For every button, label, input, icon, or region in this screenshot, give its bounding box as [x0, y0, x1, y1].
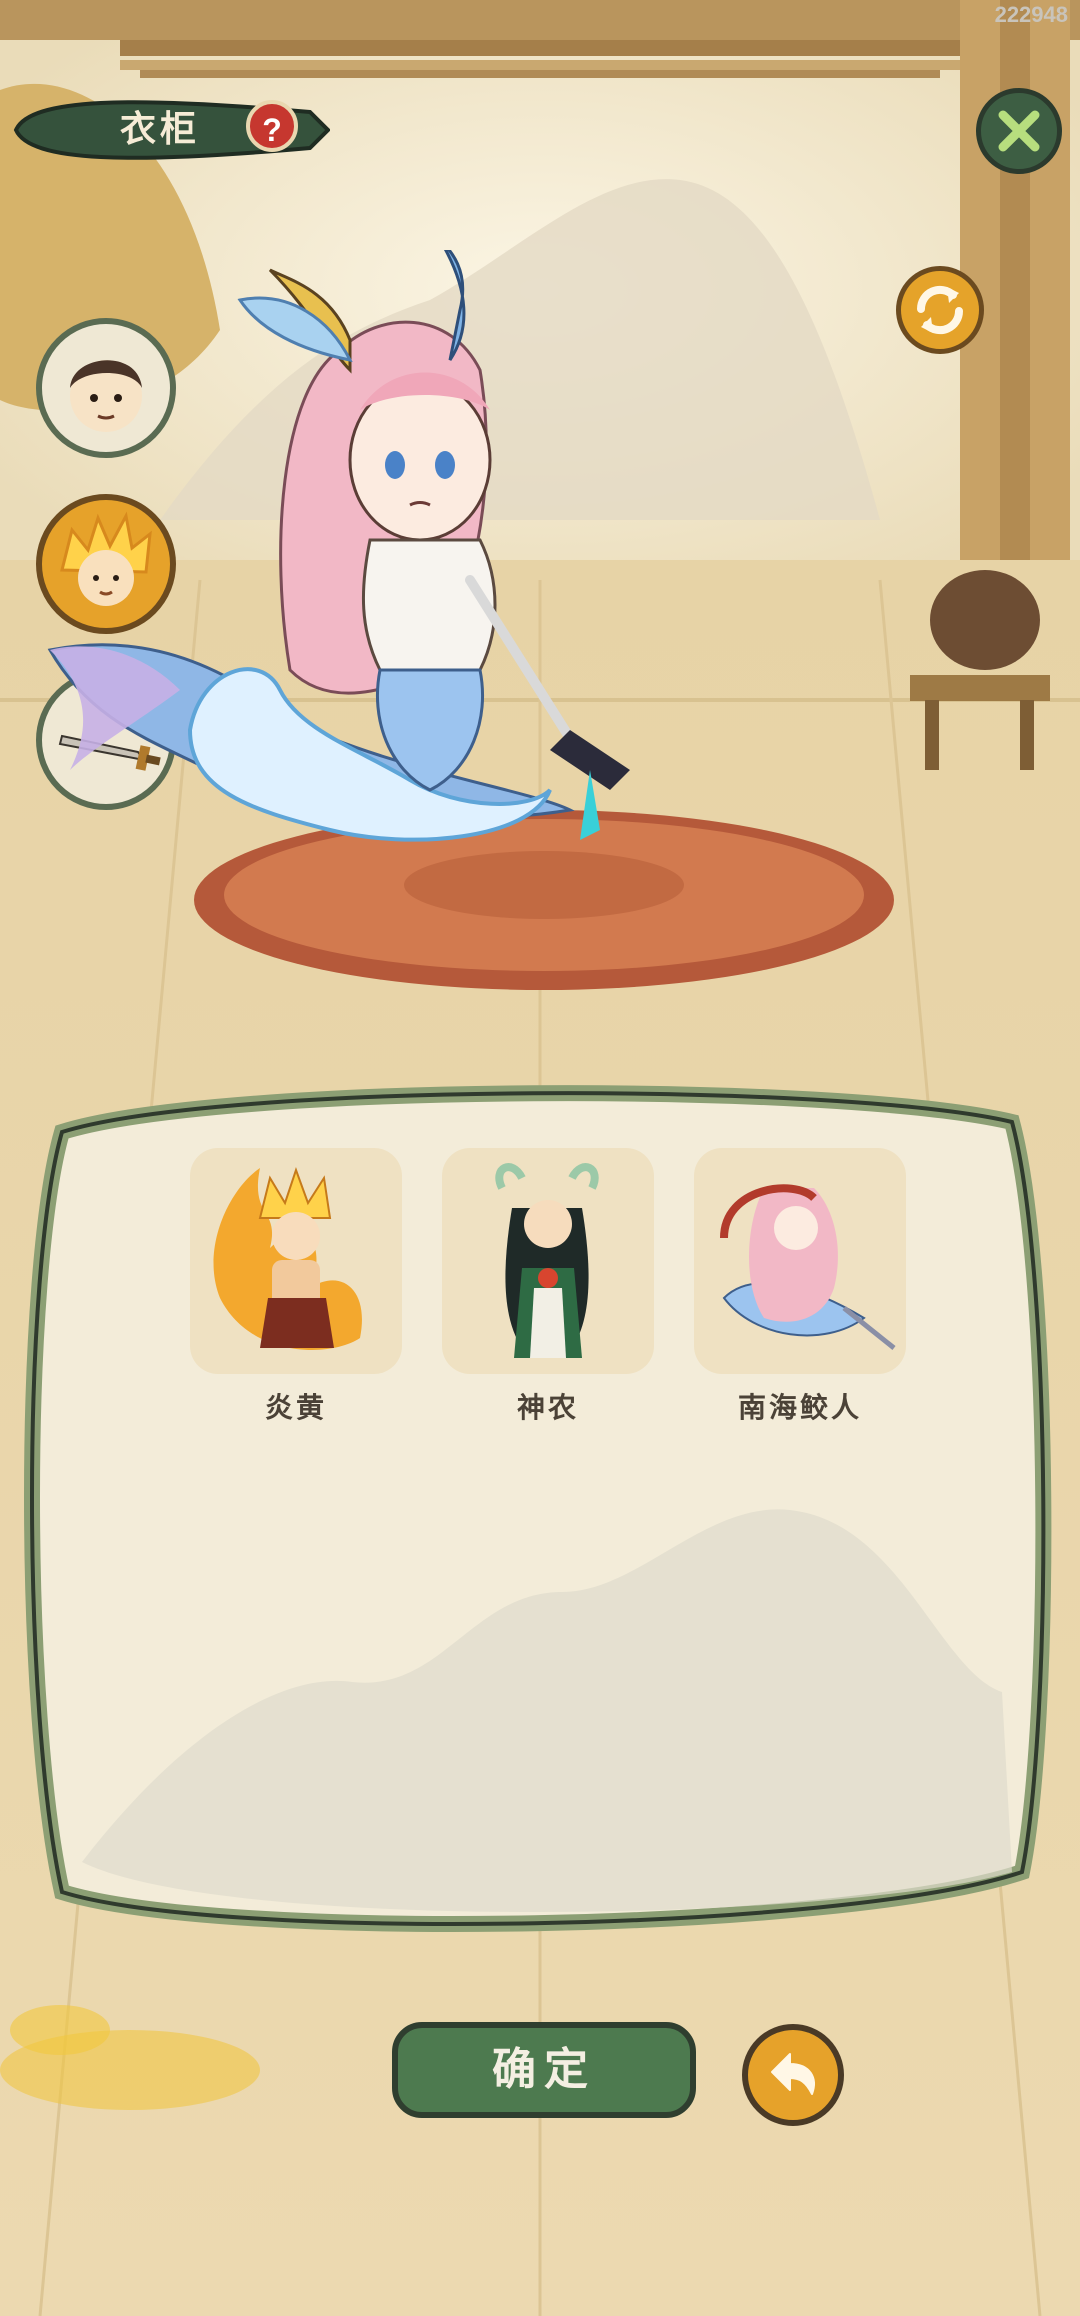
character-name-shennong: 神农: [516, 1391, 579, 1424]
character-name-nanhai-jiaoren: 南海鲛人: [737, 1391, 862, 1424]
character-name-yanhuang: 炎黄: [264, 1391, 327, 1424]
shennong-portrait-icon: [495, 1163, 599, 1358]
close-button[interactable]: [976, 88, 1062, 174]
question-mark-icon: ?: [262, 112, 282, 148]
character-card-nanhai-jiaoren[interactable]: [694, 1148, 906, 1374]
session-id-text: 222948: [994, 2, 1068, 27]
yanhuang-portrait-icon: [213, 1166, 362, 1350]
character-card-shennong[interactable]: [442, 1148, 654, 1374]
character-preview: [47, 250, 630, 842]
refresh-icon: [916, 285, 964, 335]
confirm-button[interactable]: 确定: [392, 2022, 696, 2118]
nanhai-jiaoren-portrait-icon: [720, 1184, 896, 1350]
help-button[interactable]: ?: [246, 100, 298, 152]
character-card-yanhuang[interactable]: [190, 1148, 402, 1374]
undo-button[interactable]: [742, 2024, 844, 2126]
page-title: 衣柜: [119, 108, 200, 150]
undo-arrow-icon: [771, 2053, 815, 2095]
close-icon: [998, 110, 1040, 152]
refresh-button[interactable]: [896, 266, 984, 354]
